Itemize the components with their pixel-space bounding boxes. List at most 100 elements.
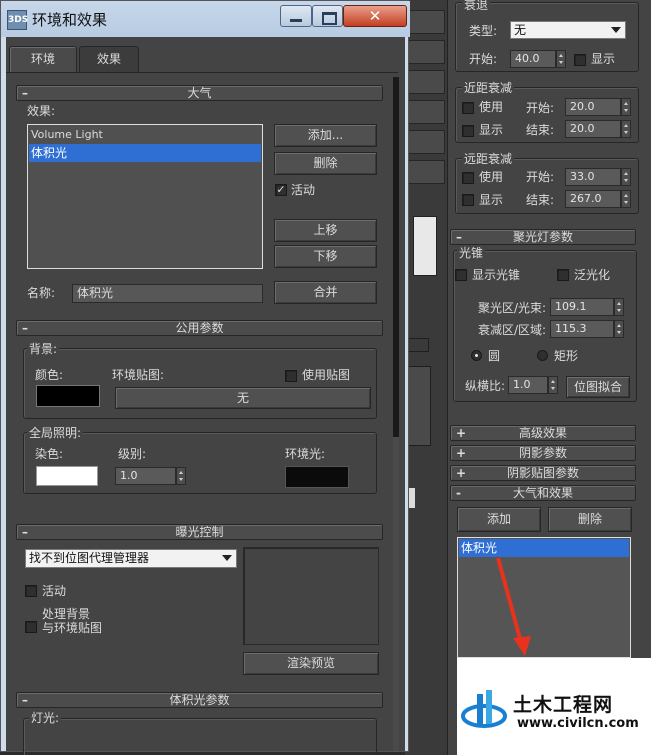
spinner-arrows-icon[interactable]	[621, 168, 631, 186]
near-end-value[interactable]: 20.0	[565, 120, 621, 138]
maximize-button[interactable]	[312, 5, 343, 27]
close-button[interactable]: ✕	[343, 5, 407, 27]
spinner-arrows-icon[interactable]	[621, 98, 631, 116]
use-map-checkbox[interactable]	[285, 370, 297, 382]
far-end-value[interactable]: 267.0	[565, 190, 621, 208]
exposure-active-checkbox[interactable]	[25, 585, 37, 597]
spinner-arrows-icon[interactable]	[621, 120, 631, 138]
tab-environment[interactable]: 环境	[9, 46, 77, 72]
rollout-shadow-map-params[interactable]: + 阴影贴图参数	[450, 465, 636, 481]
atmosphere-effects-list[interactable]: Volume Light 体积光	[27, 124, 263, 269]
exposure-active-label: 活动	[42, 584, 67, 598]
near-end-label: 结束:	[526, 123, 555, 137]
near-show-checkbox[interactable]	[462, 125, 474, 137]
falloff-spinner[interactable]: 115.3	[550, 320, 624, 338]
name-label: 名称:	[27, 286, 56, 300]
titlebar[interactable]: 3DS 环境和效果 ✕	[1, 1, 410, 37]
spinner-arrows-icon[interactable]	[621, 190, 631, 208]
decay-group-label: 衰退	[462, 0, 491, 12]
tab-effects[interactable]: 效果	[79, 46, 139, 72]
spinner-arrows-icon[interactable]	[556, 50, 566, 68]
minimize-button[interactable]	[280, 5, 312, 27]
far-end-spinner[interactable]: 267.0	[565, 190, 631, 208]
rollout-volume-light-params[interactable]: – 体积光参数	[16, 692, 383, 708]
atm-add-button[interactable]: 添加	[457, 507, 541, 532]
rollout-atmospheres-effects[interactable]: - 大气和效果	[450, 485, 636, 501]
near-start-spinner[interactable]: 20.0	[565, 98, 631, 116]
far-show-checkbox[interactable]	[462, 194, 474, 206]
far-start-spinner[interactable]: 33.0	[565, 168, 631, 186]
decay-start-value[interactable]: 40.0	[510, 50, 556, 68]
rollout-common-params[interactable]: – 公用参数	[16, 320, 383, 336]
level-spinner[interactable]: 1.0	[115, 467, 186, 485]
list-item[interactable]: Volume Light	[29, 126, 261, 144]
effect-name-field[interactable]: 体积光	[72, 284, 263, 303]
process-bg-checkbox[interactable]	[25, 621, 37, 633]
scrollbar-track[interactable]	[393, 437, 399, 751]
decay-start-spinner[interactable]: 40.0	[510, 50, 566, 68]
circle-radio[interactable]	[471, 350, 482, 361]
rect-radio[interactable]	[537, 350, 548, 361]
tab-divider	[6, 72, 398, 73]
arrow-annotation-icon	[496, 557, 531, 656]
exposure-type-select[interactable]: 找不到位图代理管理器	[25, 549, 237, 568]
active-checkbox[interactable]: ✓	[275, 184, 287, 196]
bitmap-fit-button[interactable]: 位图拟合	[566, 376, 630, 398]
show-cone-checkbox[interactable]	[455, 269, 467, 281]
add-effect-button[interactable]: 添加...	[274, 124, 377, 147]
merge-button[interactable]: 合并	[274, 281, 377, 304]
falloff-value[interactable]: 115.3	[550, 320, 614, 338]
active-label: 活动	[291, 183, 316, 197]
bg-color-swatch[interactable]	[36, 385, 100, 407]
aspect-spinner[interactable]: 1.0	[508, 376, 558, 394]
delete-effect-button[interactable]: 删除	[274, 152, 377, 175]
far-use-checkbox[interactable]	[462, 172, 474, 184]
list-item[interactable]: 体积光	[29, 144, 261, 162]
global-lighting-label: 全局照明:	[27, 426, 84, 440]
hotspot-spinner[interactable]: 109.1	[550, 298, 624, 316]
chevron-down-icon	[611, 27, 621, 33]
move-up-button[interactable]: 上移	[274, 219, 377, 242]
env-map-button[interactable]: 无	[115, 387, 371, 409]
scrollbar-thumb[interactable]	[393, 77, 399, 437]
rollout-spotlight-params[interactable]: – 聚光灯参数	[450, 229, 636, 245]
rollout-exposure-control[interactable]: – 曝光控制	[16, 524, 383, 540]
app-icon: 3DS	[7, 10, 28, 30]
hotspot-value[interactable]: 109.1	[550, 298, 614, 316]
render-preview-button[interactable]: 渲染预览	[243, 652, 379, 675]
toolbar-tile	[407, 10, 445, 34]
far-start-value[interactable]: 33.0	[565, 168, 621, 186]
far-atten-label: 远距衰减	[462, 152, 515, 166]
rollout-atmosphere[interactable]: – 大气	[16, 85, 383, 101]
move-down-button[interactable]: 下移	[274, 245, 377, 268]
spinner-arrows-icon[interactable]	[614, 298, 624, 316]
atm-delete-button[interactable]: 删除	[548, 507, 632, 532]
spinner-arrows-icon[interactable]	[614, 320, 624, 338]
rollout-advanced-effects[interactable]: + 高级效果	[450, 425, 636, 441]
spinner-arrows-icon[interactable]	[548, 376, 558, 394]
rollout-title: 公用参数	[175, 321, 224, 335]
spinner-arrows-icon[interactable]	[176, 467, 186, 485]
aspect-value[interactable]: 1.0	[508, 376, 548, 394]
background-group-label: 背景:	[27, 342, 60, 356]
toolbar-tile	[407, 100, 445, 124]
rollout-title: 阴影参数	[518, 446, 567, 460]
near-start-value[interactable]: 20.0	[565, 98, 621, 116]
overshoot-checkbox[interactable]	[557, 269, 569, 281]
tint-color-swatch[interactable]	[36, 466, 98, 486]
use-map-label: 使用贴图	[302, 368, 351, 382]
decay-type-select[interactable]: 无	[510, 21, 626, 39]
rollout-title: 高级效果	[518, 426, 567, 440]
far-end-label: 结束:	[526, 193, 555, 207]
dialog-scrollbar[interactable]	[393, 77, 399, 751]
near-end-spinner[interactable]: 20.0	[565, 120, 631, 138]
decay-show-checkbox[interactable]	[574, 54, 586, 66]
rollout-shadow-params[interactable]: + 阴影参数	[450, 445, 636, 461]
level-label: 级别:	[118, 447, 147, 461]
near-use-checkbox[interactable]	[462, 102, 474, 114]
ambient-color-swatch[interactable]	[285, 466, 349, 488]
level-value[interactable]: 1.0	[115, 467, 176, 485]
rollout-title: 体积光参数	[169, 693, 230, 707]
hotspot-label: 聚光区/光束:	[478, 301, 547, 315]
tint-label: 染色:	[35, 447, 64, 461]
